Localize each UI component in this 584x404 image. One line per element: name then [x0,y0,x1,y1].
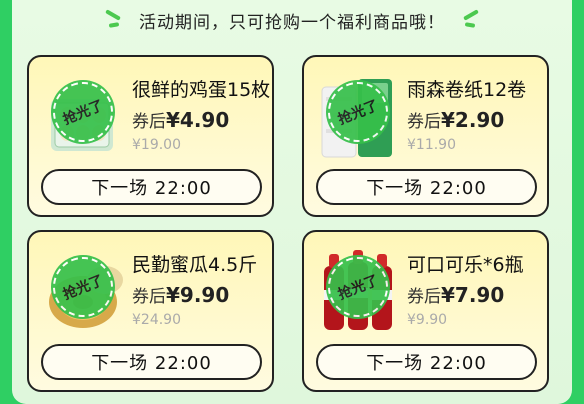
product-name: 可口可乐*6瓶 [407,254,524,276]
product-card-melon[interactable]: 抢光了 民勤蜜瓜4.5斤 券后 ¥9.90 ¥24.90 下一场 22:00 [27,230,274,392]
price-value: ¥9.90 [166,283,230,307]
original-price: ¥9.90 [407,312,448,328]
price-row: 券后 ¥4.90 [132,107,229,132]
next-session-button[interactable]: 下一场 22:00 [41,169,262,205]
price-label: 券后 [407,112,441,132]
sparkle-left-icon [103,9,127,30]
original-price: ¥11.90 [407,137,456,153]
product-card-tissue[interactable]: 抢光了 雨森卷纸12卷 券后 ¥2.90 ¥11.90 下一场 22:00 [302,55,549,217]
product-card-eggs[interactable]: 抢光了 很鲜的鸡蛋15枚 券后 ¥4.90 ¥19.00 下一场 22:00 [27,55,274,217]
next-session-button[interactable]: 下一场 22:00 [41,344,262,380]
price-row: 券后 ¥9.90 [132,282,229,307]
product-name: 雨森卷纸12卷 [407,79,527,101]
product-card-cola[interactable]: 抢光了 可口可乐*6瓶 券后 ¥7.90 ¥9.90 下一场 22:00 [302,230,549,392]
product-name: 很鲜的鸡蛋15枚 [132,79,271,101]
sparkle-right-icon [457,9,481,30]
price-value: ¥4.90 [166,108,230,132]
header: 活动期间，只可抢购一个福利商品哦！ [0,0,584,40]
original-price: ¥19.00 [132,137,181,153]
price-label: 券后 [132,112,166,132]
product-name: 民勤蜜瓜4.5斤 [132,254,258,276]
price-value: ¥2.90 [441,108,505,132]
next-session-button[interactable]: 下一场 22:00 [316,169,537,205]
price-label: 券后 [407,287,441,307]
original-price: ¥24.90 [132,312,181,328]
price-row: 券后 ¥7.90 [407,282,504,307]
price-value: ¥7.90 [441,283,505,307]
next-session-button[interactable]: 下一场 22:00 [316,344,537,380]
notice-text: 活动期间，只可抢购一个福利商品哦！ [139,12,445,33]
price-label: 券后 [132,287,166,307]
price-row: 券后 ¥2.90 [407,107,504,132]
